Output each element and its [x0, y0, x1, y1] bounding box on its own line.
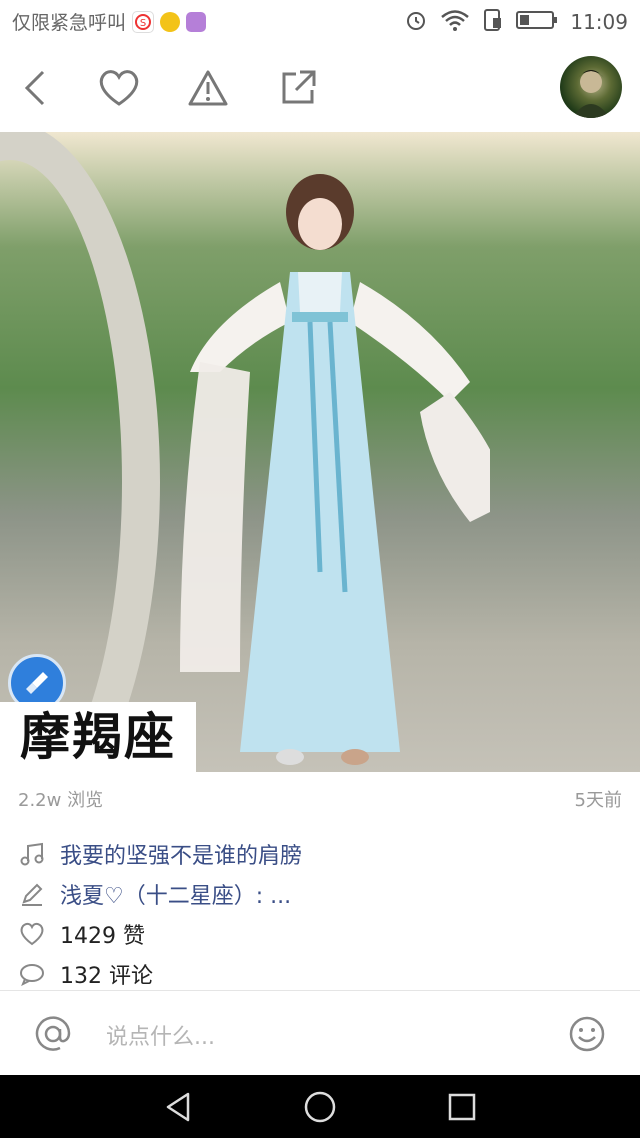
emoji-icon[interactable]	[568, 1015, 606, 1053]
weibo-icon: S	[132, 10, 155, 33]
comment-count: 132 评论	[60, 964, 153, 989]
svg-text:S: S	[140, 18, 146, 29]
sim-icon	[482, 8, 504, 36]
comment-input[interactable]: 说点什么...	[106, 1019, 215, 1051]
mention-icon[interactable]	[34, 1015, 72, 1053]
post-meta: 2.2w 浏览 5天前	[18, 786, 622, 816]
music-note-icon	[18, 840, 46, 868]
comment-bubble-icon	[18, 960, 46, 988]
view-count: 2.2w 浏览	[18, 790, 104, 811]
post-image[interactable]: 摩羯座	[0, 132, 640, 772]
alarm-icon	[404, 8, 428, 36]
battery-icon	[516, 8, 558, 36]
wechat-icon	[160, 11, 181, 32]
warning-icon[interactable]	[186, 66, 230, 110]
share-icon[interactable]	[276, 66, 320, 110]
status-bar: 仅限紧急呼叫 S 11:09	[0, 0, 640, 44]
carrier-text: 仅限紧急呼叫	[12, 12, 127, 34]
wifi-icon	[440, 8, 470, 36]
music-row[interactable]: 我要的坚强不是谁的肩膀	[18, 836, 622, 872]
likes-row[interactable]: 1429 赞	[18, 916, 622, 952]
author-row[interactable]: 浅夏♡（十二星座）: ...	[18, 876, 622, 912]
status-left: 仅限紧急呼叫 S	[12, 8, 207, 35]
pencil-icon	[18, 880, 46, 908]
broom-icon	[26, 672, 48, 694]
top-toolbar	[0, 44, 640, 132]
status-right: 11:09	[404, 8, 628, 36]
user-avatar[interactable]	[560, 56, 622, 118]
system-nav-bar	[0, 1075, 640, 1138]
like-count: 1429 赞	[60, 924, 145, 949]
heart-icon[interactable]	[97, 66, 141, 110]
nav-back-icon[interactable]	[160, 1089, 196, 1125]
nav-recents-icon[interactable]	[444, 1089, 480, 1125]
comment-bar: 说点什么...	[0, 991, 640, 1075]
music-title[interactable]: 我要的坚强不是谁的肩膀	[60, 838, 302, 870]
zodiac-label: 摩羯座	[0, 702, 196, 772]
comments-row[interactable]: 132 评论	[18, 956, 622, 992]
hanfu-figure	[180, 174, 490, 765]
clock: 11:09	[570, 10, 628, 34]
like-heart-icon	[18, 920, 46, 948]
back-icon[interactable]	[14, 66, 58, 110]
nav-home-icon[interactable]	[302, 1089, 338, 1125]
author-name[interactable]: 浅夏♡（十二星座）: ...	[60, 878, 291, 910]
gallery-icon	[186, 11, 207, 32]
post-time: 5天前	[574, 790, 622, 811]
